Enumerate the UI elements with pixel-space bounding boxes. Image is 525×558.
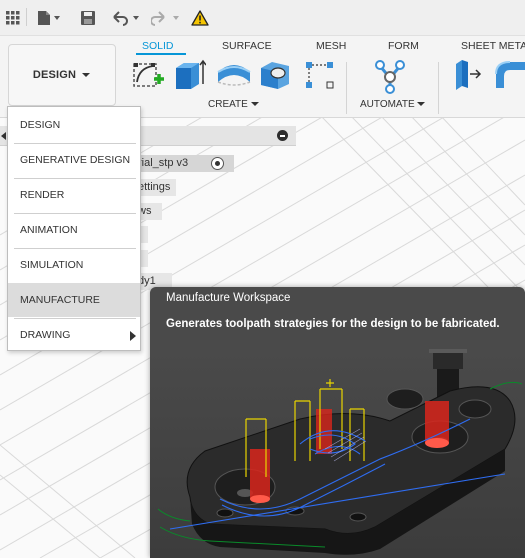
menu-item-simulation[interactable]: SIMULATION [8,248,140,282]
toolbar-divider [26,8,27,26]
menu-item-label: SIMULATION [20,259,84,271]
tab-sheet-metal[interactable]: SHEET METAL [461,39,525,55]
workspace-switcher-button[interactable]: DESIGN [8,44,116,106]
browser-item-settings[interactable]: ettings [138,179,176,196]
collapse-browser-icon[interactable] [277,130,288,141]
group-divider [438,62,439,114]
submenu-arrow-icon [130,331,136,341]
revolve-icon[interactable] [216,58,251,92]
menu-item-label: DRAWING [20,329,71,341]
caret-down-icon [250,102,259,106]
create-group-menu[interactable]: CREATE [208,99,259,110]
undo-icon[interactable] [111,8,141,28]
caret-down-icon [82,73,91,77]
hole-icon[interactable] [258,58,292,92]
browser-item-label: rial_stp v3 [138,157,189,169]
manufacture-preview-image [150,349,525,558]
grid-icon[interactable] [6,8,20,28]
browser-item-label: ettings [138,181,171,193]
browser-item-views[interactable]: ws [138,203,162,220]
tooltip-title: Manufacture Workspace [166,292,291,304]
menu-item-animation[interactable]: ANIMATION [8,213,140,247]
menu-item-label: GENERATIVE DESIGN [20,154,131,166]
workspace-menu: DESIGN GENERATIVE DESIGN RENDER ANIMATIO… [7,106,141,351]
menu-item-label: ANIMATION [20,224,78,236]
automate-group-menu[interactable]: AUTOMATE [360,99,426,110]
menu-item-generative-design[interactable]: GENERATIVE DESIGN [8,143,140,177]
tab-surface[interactable]: SURFACE [222,39,272,55]
menu-item-design[interactable]: DESIGN [8,108,140,142]
active-tab-indicator [136,53,186,55]
tab-mesh[interactable]: MESH [316,39,346,55]
workspace-tooltip: Manufacture Workspace Generates toolpath… [150,287,525,558]
quick-access-toolbar [0,0,525,36]
menu-item-render[interactable]: RENDER [8,178,140,212]
warning-icon[interactable] [191,8,209,28]
pattern-icon[interactable] [303,58,337,92]
group-divider [346,62,347,114]
menu-item-label: DESIGN [20,119,61,131]
workspace-label: DESIGN [32,69,77,81]
menu-item-drawing[interactable]: DRAWING [8,318,140,352]
flange-icon[interactable] [452,58,486,92]
tooltip-description: Generates toolpath strategies for the de… [166,318,500,330]
redo-icon[interactable] [151,8,181,28]
caret-down-icon [417,102,426,106]
menu-item-label: RENDER [20,189,65,201]
automate-icon[interactable] [372,58,406,94]
bend-icon[interactable] [492,58,525,92]
menu-item-manufacture[interactable]: MANUFACTURE [8,283,140,317]
menu-item-label: MANUFACTURE [20,294,100,306]
tab-form[interactable]: FORM [388,39,419,55]
file-icon[interactable] [37,8,63,28]
create-group-label: CREATE [208,99,248,110]
extrude-icon[interactable] [172,58,207,92]
automate-group-label: AUTOMATE [360,99,415,110]
save-icon[interactable] [80,8,96,28]
create-sketch-icon[interactable] [131,58,165,92]
active-component-radio[interactable] [211,157,224,170]
